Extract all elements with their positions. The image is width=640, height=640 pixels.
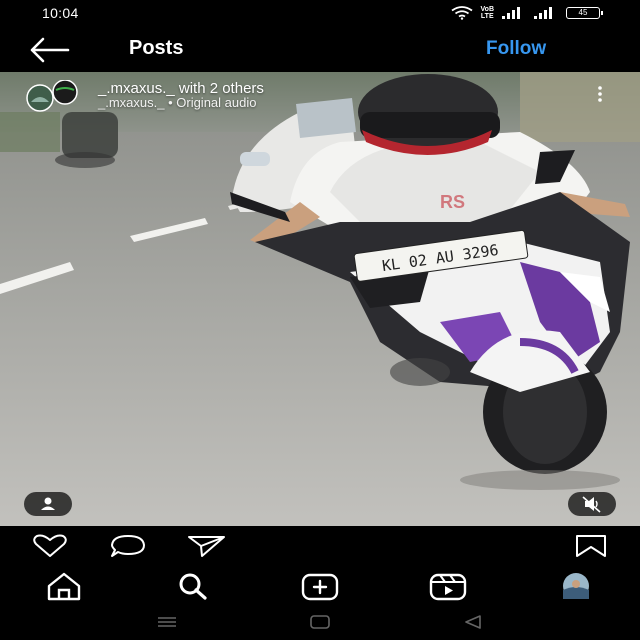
back-triangle-icon[interactable] — [462, 615, 484, 629]
bottom-tab-bar — [0, 566, 640, 606]
bookmark-icon[interactable] — [574, 534, 608, 558]
mute-toggle[interactable] — [568, 492, 616, 516]
post-video-frame: KL 02 AU 3296 RS — [0, 72, 640, 526]
user-tag-icon — [41, 497, 55, 510]
svg-text:RS: RS — [440, 192, 465, 212]
search-icon[interactable] — [172, 572, 212, 602]
send-icon[interactable] — [186, 534, 226, 558]
arrow-left-icon — [30, 37, 70, 63]
status-time: 10:04 — [42, 5, 79, 21]
follow-button[interactable]: Follow — [486, 38, 546, 60]
app-header: Posts Follow — [0, 28, 640, 72]
heart-icon[interactable] — [30, 534, 70, 558]
profile-avatar[interactable] — [552, 572, 600, 602]
recents-icon[interactable] — [156, 615, 178, 629]
post-media[interactable]: KL 02 AU 3296 RS — [0, 72, 640, 526]
page-title: Posts — [129, 37, 184, 59]
post-actions — [0, 526, 640, 566]
signal-icon-2 — [534, 7, 552, 19]
more-vertical-icon[interactable] — [594, 84, 606, 106]
system-nav-bar — [0, 606, 640, 640]
home-icon[interactable] — [44, 572, 84, 602]
author-avatars[interactable] — [18, 80, 84, 112]
tagged-users-button[interactable] — [24, 492, 72, 516]
wifi-icon — [450, 6, 473, 20]
reels-icon[interactable] — [428, 572, 468, 602]
status-icons: VoB LTE 45 — [450, 6, 603, 20]
battery-indicator: 45 — [566, 7, 603, 19]
comment-icon[interactable] — [108, 534, 148, 558]
post-audio[interactable]: _.mxaxus._ • Original audio — [98, 95, 256, 110]
post-header: _.mxaxus._ with 2 others _.mxaxus._ • Or… — [18, 80, 618, 112]
network-type-label: VoB LTE — [480, 6, 494, 20]
status-bar: 10:04 VoB LTE 45 — [0, 0, 640, 28]
signal-icon — [502, 7, 520, 19]
home-square-icon[interactable] — [309, 615, 331, 629]
speaker-muted-icon — [582, 496, 601, 513]
back-button[interactable] — [28, 36, 72, 64]
plus-square-icon[interactable] — [300, 572, 340, 602]
